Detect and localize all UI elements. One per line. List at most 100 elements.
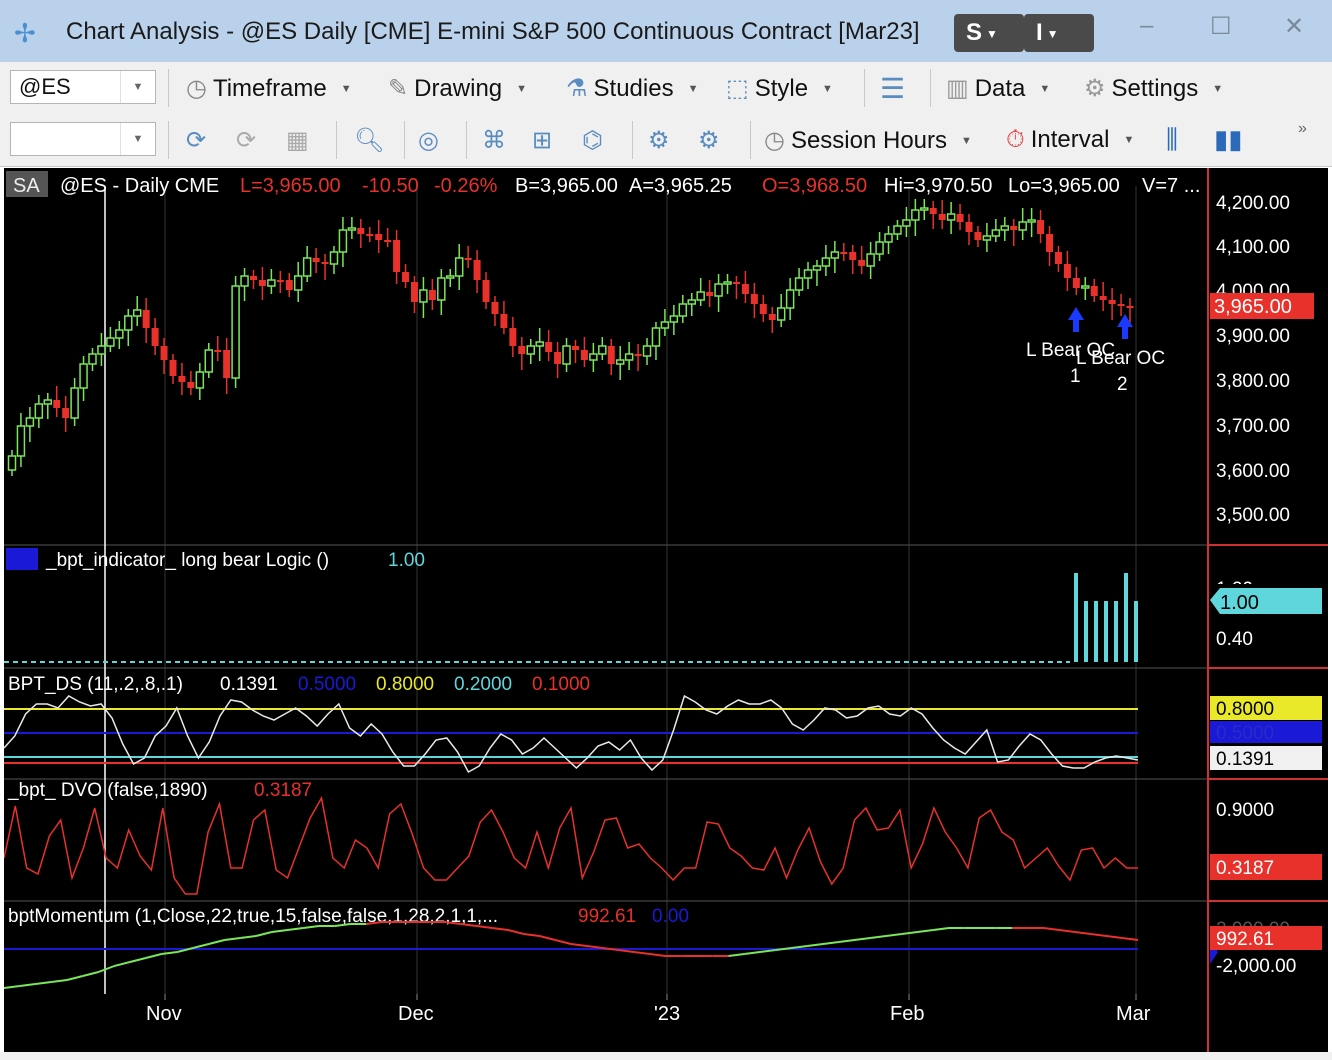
candle-body [732,282,740,284]
momentum-segment [854,937,871,941]
momentum-segment [822,941,839,945]
settings-menu[interactable]: ⚙ Settings ▼ [1084,74,1223,103]
style-icon: ⬚ [726,75,749,102]
time-axis[interactable]: Nov Dec '23 Feb Mar [4,994,1328,1052]
format-icon[interactable]: ⚙ [698,126,720,155]
interval-menu[interactable]: ⏱ Interval ▼ [1006,126,1134,154]
candle-body [195,371,205,389]
candle-body [580,350,588,360]
candle-body [554,352,562,364]
candle-body [526,345,536,355]
separator [404,121,405,159]
candle-body [347,227,357,231]
momentum-segment [759,949,776,953]
momentum-segment [618,949,635,953]
momentum-segment [885,933,902,937]
dvo-title: _bpt_ DVO (false,1890) [7,780,208,801]
candle-body [866,253,875,267]
candle-body [132,309,142,317]
maximize-button[interactable]: ☐ [1210,12,1232,41]
candle-body [223,350,231,378]
chevron-down-icon: ▼ [1039,82,1051,95]
candle-body [454,257,464,277]
candle-body [991,229,1001,237]
momentum-segment [870,935,887,939]
zoom-icon[interactable]: 🔍︎ [354,126,384,155]
candle-body [276,280,284,282]
price-tick: 3,800.00 [1216,371,1290,392]
momentum-segment [208,939,225,945]
candle-body [669,315,679,323]
data-menu[interactable]: ▥ Data ▼ [946,74,1050,103]
layout-icon[interactable]: ☰ [880,72,905,105]
s-menu-button[interactable]: S ▼ [954,14,1024,52]
pct-change: -0.26% [434,175,498,197]
price-tick: 3,700.00 [1216,416,1290,437]
grid-icon[interactable]: ▦ [286,126,309,155]
candle-body [25,417,35,427]
momentum-segment [82,971,99,977]
chevron-down-icon: ▼ [120,71,155,103]
ds-value-2: 0.5000 [298,674,356,695]
candle-body [267,279,276,287]
session-hours-menu[interactable]: ◷ Session Hours ▼ [764,126,972,155]
close-button[interactable]: ✕ [1284,12,1304,41]
target-icon[interactable]: ◎ [418,126,439,155]
candle-body [634,354,642,356]
indicator-a-bar [1094,601,1098,662]
interval-label: Interval [1030,126,1110,153]
volume: V=7 ... [1142,175,1200,197]
candle-body [70,387,79,419]
chart-settings-icon[interactable]: ⌘ [482,126,506,155]
candle-body [759,304,767,314]
candle-body [231,285,240,379]
momentum-segment [1074,931,1091,935]
candle-body [1117,304,1125,306]
timeframe-menu[interactable]: ◷ Timeframe ▼ [186,74,352,103]
studies-menu[interactable]: ⚗ Studies ▼ [566,74,698,103]
pane-a-tick-bottom: 0.40 [1216,629,1253,650]
momentum-segment [555,939,572,945]
indicator-a-bar [1084,601,1088,662]
minimize-button[interactable]: – [1140,12,1153,40]
symbol-combo[interactable]: @ES ▼ [10,70,156,104]
refresh-icon[interactable]: ⟳ [186,126,206,155]
candle-body [624,353,634,361]
chart-canvas[interactable]: SA @ES - Daily CME L=3,965.00 -10.50 -0.… [4,168,1328,994]
candle-body [562,345,571,365]
candle-body [338,229,348,253]
price-tick: 3,900.00 [1216,326,1290,347]
price-tick: 4,100.00 [1216,237,1290,258]
candle-body [714,283,723,297]
gear-grid-icon[interactable]: ⚙ [648,126,670,155]
style-menu[interactable]: ⬚ Style ▼ [726,74,833,103]
candle-body [151,328,159,346]
indicator-a-bar [1114,601,1118,662]
i-menu-button[interactable]: I ▼ [1024,14,1094,52]
momentum-segment [1106,935,1123,939]
candle-body [491,302,499,314]
candle-body [956,214,964,222]
candle-body [803,269,813,279]
momentum-segment [129,957,147,963]
candle-body [687,299,696,305]
candle-body [965,222,973,232]
candle-style-icon[interactable]: ▮▮ [1214,124,1243,155]
candle-body [1010,226,1018,230]
momentum-segment [507,929,525,935]
momentum-value-2: 0.00 [652,906,689,927]
bar-style-icon[interactable]: ⫼ [1166,124,1178,156]
drawing-menu[interactable]: ✎ Drawing ▼ [388,74,527,103]
dvo-line [4,795,1138,895]
candle-body [785,289,795,309]
chart-network-icon[interactable]: ⌬ [582,126,603,155]
candle-body [812,265,822,271]
candle-body [723,281,732,285]
refresh-all-icon[interactable]: ⟳ [236,126,256,155]
symbol-combo-2[interactable]: ▼ [10,122,156,156]
overflow-chevron-icon[interactable]: » [1298,120,1307,138]
chart-compare-icon[interactable]: ⊞ [532,126,552,155]
candle-body [696,291,705,301]
candle-body [410,282,418,302]
momentum-segment [66,975,84,981]
